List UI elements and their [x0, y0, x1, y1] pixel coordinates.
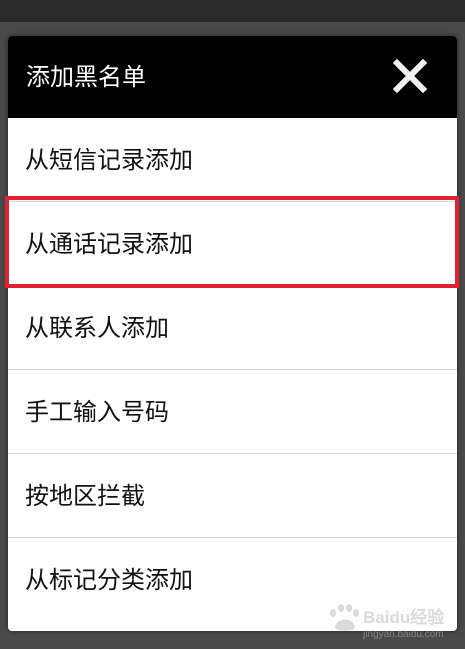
status-bar-area: [0, 0, 465, 22]
menu-item-label: 从联系人添加: [25, 314, 169, 342]
menu-list: 从短信记录添加 从通话记录添加 从联系人添加 手工输入号码 按地区拦截 从标记分…: [8, 118, 457, 622]
menu-item-label: 按地区拦截: [25, 482, 145, 510]
close-button[interactable]: [392, 58, 428, 94]
add-blacklist-dialog: 添加黑名单 从短信记录添加 从通话记录添加 从联系人添加 手工输入号码 按地区拦…: [8, 36, 457, 631]
menu-item-call-records[interactable]: 从通话记录添加: [8, 202, 457, 286]
menu-item-contacts[interactable]: 从联系人添加: [8, 286, 457, 370]
menu-item-sms-records[interactable]: 从短信记录添加: [8, 118, 457, 202]
menu-item-region-block[interactable]: 按地区拦截: [8, 454, 457, 538]
menu-item-label: 从短信记录添加: [25, 146, 193, 174]
dialog-header: 添加黑名单: [8, 36, 457, 118]
menu-item-label: 手工输入号码: [25, 398, 169, 426]
menu-item-label: 从通话记录添加: [25, 230, 193, 258]
close-icon: [392, 58, 428, 94]
menu-item-label: 从标记分类添加: [25, 566, 193, 594]
menu-item-manual-input[interactable]: 手工输入号码: [8, 370, 457, 454]
menu-item-tag-category[interactable]: 从标记分类添加: [8, 538, 457, 622]
dialog-title: 添加黑名单: [26, 63, 146, 91]
